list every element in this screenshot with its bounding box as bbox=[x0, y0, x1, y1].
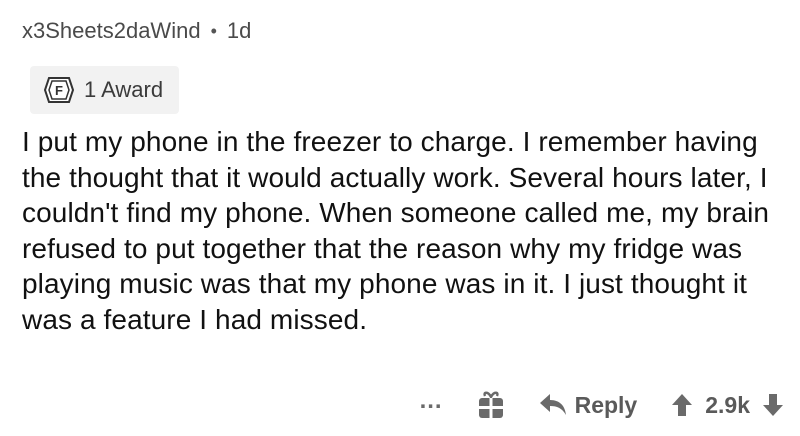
downvote-button[interactable] bbox=[762, 393, 784, 417]
downvote-arrow-icon bbox=[763, 394, 783, 416]
upvote-arrow-icon bbox=[672, 394, 693, 416]
comment: x3Sheets2daWind • 1d F 1 Award I put my … bbox=[22, 0, 792, 436]
reply-button[interactable]: Reply bbox=[539, 391, 638, 419]
author-username[interactable]: x3Sheets2daWind bbox=[22, 18, 201, 44]
reply-label: Reply bbox=[574, 391, 638, 418]
comment-meta: x3Sheets2daWind • 1d bbox=[22, 18, 251, 44]
meta-separator: • bbox=[210, 20, 217, 41]
reply-arrow-icon bbox=[539, 392, 567, 418]
svg-text:F: F bbox=[55, 83, 63, 98]
award-f-badge-icon: F bbox=[42, 75, 76, 105]
upvote-button[interactable] bbox=[671, 393, 693, 417]
comment-age: 1d bbox=[226, 18, 252, 43]
gift-icon bbox=[477, 390, 505, 420]
vote-controls: 2.9k bbox=[671, 392, 784, 419]
comment-body: I put my phone in the freezer to charge.… bbox=[22, 126, 770, 335]
comment-actions: ... Reply 2.9k bbox=[420, 383, 784, 427]
award-badge[interactable]: F 1 Award bbox=[30, 66, 180, 114]
more-options-button[interactable]: ... bbox=[420, 387, 443, 415]
give-award-button[interactable] bbox=[477, 390, 505, 420]
award-label: 1 Award bbox=[84, 77, 164, 102]
vote-score: 2.9k bbox=[705, 391, 750, 418]
